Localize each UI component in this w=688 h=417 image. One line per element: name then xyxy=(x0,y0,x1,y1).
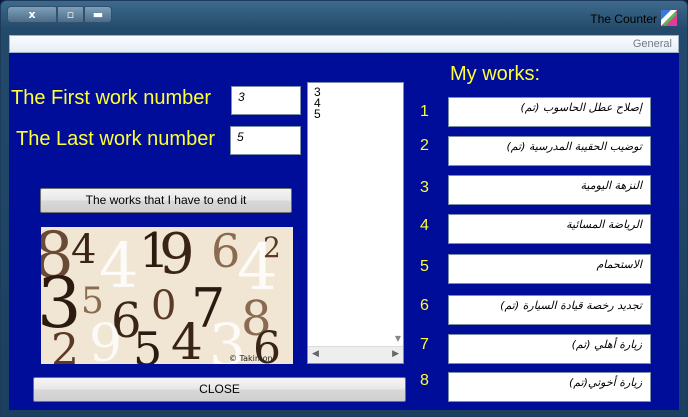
first-work-number-label: The First work number xyxy=(11,87,212,109)
close-button[interactable]: CLOSE xyxy=(33,377,406,402)
svg-text:2: 2 xyxy=(263,231,281,264)
works-list-box[interactable]: 3 4 5 ▼ ◀ ▶ xyxy=(307,82,404,364)
svg-text:5: 5 xyxy=(133,322,162,364)
picture-credit: © Takimon xyxy=(229,354,273,363)
svg-text:9: 9 xyxy=(89,314,122,364)
window-close-button[interactable]: x xyxy=(7,6,57,23)
work-number: 5 xyxy=(420,258,429,275)
scroll-down-arrow-icon[interactable]: ▼ xyxy=(395,334,401,343)
svg-text:4: 4 xyxy=(99,229,138,302)
numbers-picture: 8 4 4 1 9 6 4 2 3 5 6 0 7 8 2 9 5 4 3 6 xyxy=(41,227,293,364)
list-item[interactable]: 4 xyxy=(308,97,403,109)
list-item[interactable]: 5 xyxy=(308,108,403,120)
last-work-number-input[interactable]: 5 xyxy=(230,126,301,155)
main-panel: The First work number 3 The Last work nu… xyxy=(9,53,679,410)
last-work-number-label: The Last work number xyxy=(16,128,215,150)
work-item-field[interactable]: الاستحمام xyxy=(448,254,651,284)
work-item-field[interactable]: زيارة أهلي (تم) xyxy=(448,334,651,364)
svg-text:4: 4 xyxy=(171,313,203,364)
svg-text:9: 9 xyxy=(159,227,195,287)
my-works-heading: My works: xyxy=(450,63,540,85)
title-bar[interactable]: x ▫ ▬ The Counter xyxy=(1,1,687,31)
window-minimize-button[interactable]: ▬ xyxy=(84,6,112,23)
app-icon xyxy=(661,10,677,26)
works-to-end-button[interactable]: The works that I have to end it xyxy=(40,188,292,213)
work-item-field[interactable]: زيارة أخوتي(تم) xyxy=(448,372,651,402)
work-number: 3 xyxy=(420,179,429,196)
work-number: 1 xyxy=(420,103,429,120)
scroll-right-icon[interactable]: ▶ xyxy=(392,349,399,359)
horizontal-scrollbar[interactable]: ◀ ▶ xyxy=(308,346,403,363)
scroll-left-icon[interactable]: ◀ xyxy=(312,349,319,359)
work-item-field[interactable]: الرياضة المسائية xyxy=(448,214,651,244)
work-number: 4 xyxy=(420,217,429,234)
list-item[interactable]: 3 xyxy=(308,86,403,98)
app-window: x ▫ ▬ The Counter General The First work… xyxy=(0,0,688,417)
work-number: 7 xyxy=(420,336,429,353)
work-item-field[interactable]: تجديد رخصة قيادة السيارة (تم) xyxy=(448,295,651,325)
works-list: 3 4 5 xyxy=(308,83,403,120)
work-item-field[interactable]: النزهة اليومية xyxy=(448,175,651,205)
window-title: The Counter xyxy=(590,12,657,26)
work-number: 6 xyxy=(420,297,429,314)
general-tab-strip: General xyxy=(9,35,679,53)
window-maximize-button[interactable]: ▫ xyxy=(57,6,84,23)
svg-text:6: 6 xyxy=(211,227,240,278)
numbers-illustration: 8 4 4 1 9 6 4 2 3 5 6 0 7 8 2 9 5 4 3 6 xyxy=(41,227,293,364)
work-number: 8 xyxy=(420,372,429,389)
first-work-number-input[interactable]: 3 xyxy=(231,86,301,115)
work-number: 2 xyxy=(420,137,429,154)
work-item-field[interactable]: إصلاح عطل الحاسوب (تم) xyxy=(448,97,651,127)
svg-text:2: 2 xyxy=(51,325,79,364)
tab-general[interactable]: General xyxy=(633,38,672,50)
work-item-field[interactable]: توضيب الحقيبة المدرسية (تم) xyxy=(448,136,651,166)
